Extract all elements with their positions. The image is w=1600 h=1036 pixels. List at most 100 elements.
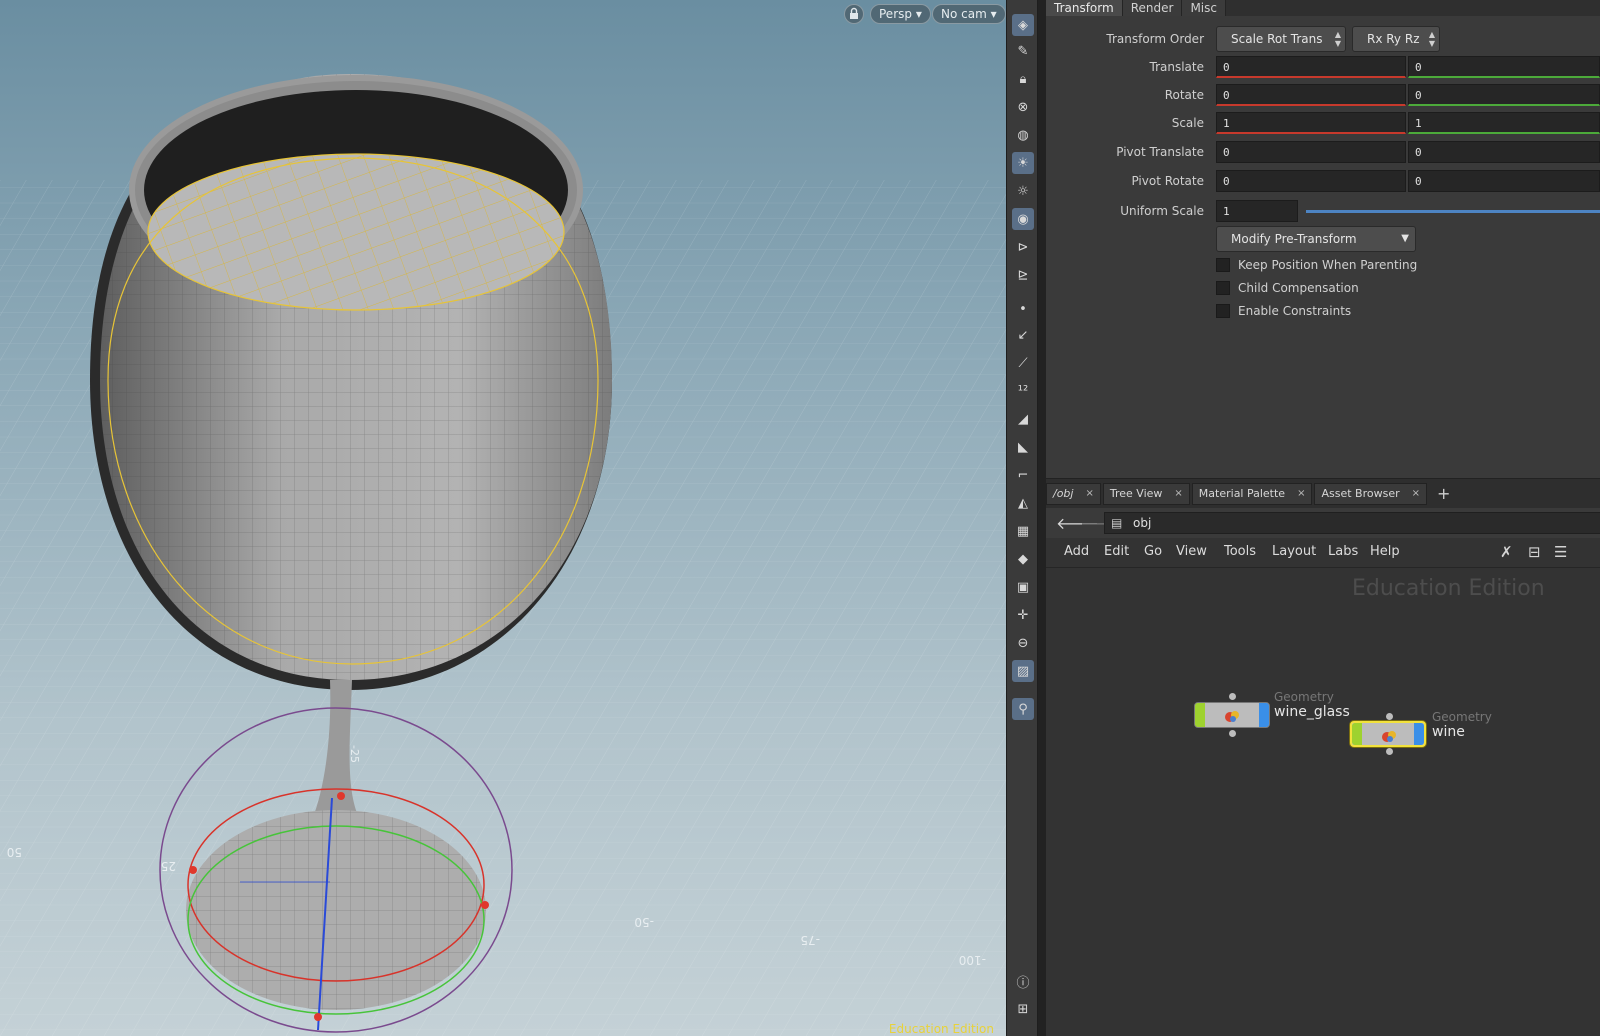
network-canvas[interactable]: Education Edition Geometry wine_glass Ge…	[1046, 568, 1600, 1036]
node-name-label[interactable]: wine_glass	[1274, 704, 1350, 720]
light-bulb-icon[interactable]: ☀	[1012, 152, 1034, 174]
node-wine[interactable]	[1350, 713, 1426, 755]
pivot-translate-x-field[interactable]: 0	[1216, 141, 1406, 163]
node-render-flag[interactable]	[1259, 703, 1269, 727]
wrench-icon[interactable]: ✗	[1500, 543, 1513, 561]
sculpt-icon[interactable]: ◭	[1012, 492, 1034, 514]
uniform-scale-slider[interactable]	[1306, 210, 1600, 213]
checker-icon[interactable]: ▦	[1012, 520, 1034, 542]
menu-view[interactable]: View	[1176, 544, 1207, 559]
child-compensation-checkbox-row[interactable]: Child Compensation	[1216, 279, 1359, 297]
checkbox[interactable]	[1216, 258, 1230, 272]
node-type-label: Geometry	[1274, 690, 1334, 704]
close-icon[interactable]: ×	[1174, 488, 1182, 499]
grid-icon[interactable]: ⊞	[1012, 998, 1034, 1020]
param-label: Pivot Rotate	[1131, 174, 1204, 188]
node-wine-glass[interactable]	[1194, 693, 1270, 737]
pane-splitter[interactable]	[1038, 0, 1046, 1036]
paint-bucket-icon[interactable]: ◢	[1012, 408, 1034, 430]
checkbox[interactable]	[1216, 304, 1230, 318]
sphere-icon[interactable]: ◍	[1012, 124, 1034, 146]
ghost-icon[interactable]: ⊗	[1012, 96, 1034, 118]
network-path-field[interactable]: ▤ obj	[1104, 512, 1600, 534]
scale-y-field[interactable]: 1	[1408, 112, 1600, 134]
node-output-connector[interactable]	[1229, 730, 1236, 737]
uv-icon[interactable]: ◆	[1012, 548, 1034, 570]
checkbox[interactable]	[1216, 281, 1230, 295]
curve-icon[interactable]: ⌐	[1012, 464, 1034, 486]
menu-tools[interactable]: Tools	[1224, 544, 1256, 559]
node-display-flag[interactable]	[1352, 723, 1362, 745]
view-mode-menu[interactable]: Persp ▾	[870, 4, 931, 24]
add-tab-icon[interactable]: +	[1429, 484, 1458, 503]
menu-layout[interactable]: Layout	[1272, 544, 1316, 559]
obj-network-icon: ▤	[1111, 516, 1123, 530]
numbering-icon[interactable]: ¹²	[1012, 380, 1034, 402]
parameters-pane: Transform Render Misc Transform Order Sc…	[1046, 0, 1600, 478]
close-icon[interactable]: ×	[1297, 488, 1305, 499]
node-output-connector[interactable]	[1386, 748, 1393, 755]
close-icon[interactable]: ×	[1412, 488, 1420, 499]
transform-order-dropdown[interactable]: Scale Rot Trans ▲ ▼	[1216, 26, 1346, 52]
pivot-rotate-row: Pivot Rotate 0 0	[1046, 170, 1600, 194]
node-input-connector[interactable]	[1229, 693, 1236, 700]
list-icon[interactable]: ☰	[1554, 543, 1567, 561]
pivot-translate-y-field[interactable]: 0	[1408, 141, 1600, 163]
pin-icon[interactable]: ⚲	[1012, 698, 1034, 720]
lock-icon[interactable]: 🔒︎	[1012, 68, 1034, 90]
rotation-order-dropdown[interactable]: Rx Ry Rz ▲ ▼	[1352, 26, 1440, 52]
enable-constraints-checkbox-row[interactable]: Enable Constraints	[1216, 302, 1351, 320]
shelf-12-icon[interactable]: ◣	[1012, 436, 1034, 458]
tab-transform[interactable]: Transform	[1046, 0, 1123, 16]
camera-follow-icon[interactable]: ⊵	[1012, 264, 1034, 286]
close-icon[interactable]: ×	[1085, 488, 1093, 499]
camera-icon[interactable]: ◉	[1012, 208, 1034, 230]
tab-label: /obj	[1053, 487, 1074, 500]
updown-arrows-icon: ▲ ▼	[1334, 30, 1341, 48]
disk-icon[interactable]: ⊖	[1012, 632, 1034, 654]
rotate-y-field[interactable]: 0	[1408, 84, 1600, 106]
tab-render[interactable]: Render	[1122, 0, 1183, 16]
texture-icon[interactable]: ▣	[1012, 576, 1034, 598]
camera-menu[interactable]: No cam ▾	[932, 4, 1006, 24]
snap-icon[interactable]: ✛	[1012, 604, 1034, 626]
point-icon[interactable]: •	[1012, 298, 1034, 320]
info-icon[interactable]: ⓘ	[1012, 970, 1034, 992]
menu-add[interactable]: Add	[1064, 544, 1089, 559]
scale-x-field[interactable]: 1	[1216, 112, 1406, 134]
viewport-lock-button[interactable]	[844, 4, 864, 24]
path-text: obj	[1133, 516, 1152, 530]
node-input-connector[interactable]	[1386, 713, 1393, 720]
select-icon[interactable]: ◈	[1012, 14, 1034, 36]
menu-help[interactable]: Help	[1370, 544, 1400, 559]
tab-asset-browser[interactable]: Asset Browser ×	[1314, 482, 1427, 505]
menu-labs[interactable]: Labs	[1328, 544, 1358, 559]
camera-move-icon[interactable]: ⊳	[1012, 236, 1034, 258]
scene-viewport[interactable]: 50 25 -25 -50 -75 -100 Persp ▾ No cam ▾ …	[0, 0, 1006, 1036]
param-label: Scale	[1171, 116, 1204, 130]
param-tabs: Transform Render Misc	[1046, 0, 1600, 16]
menu-go[interactable]: Go	[1144, 544, 1162, 559]
menu-edit[interactable]: Edit	[1104, 544, 1129, 559]
image-icon[interactable]: ▨	[1012, 660, 1034, 682]
tab-obj[interactable]: /obj ×	[1046, 482, 1101, 505]
node-display-flag[interactable]	[1195, 703, 1205, 727]
brush-icon[interactable]: ⟋	[1012, 352, 1034, 374]
pre-transform-menu[interactable]: Modify Pre-Transform ▼	[1216, 226, 1416, 252]
tree-layout-icon[interactable]: ⊟	[1528, 543, 1541, 561]
node-render-flag[interactable]	[1414, 723, 1424, 745]
tab-material-palette[interactable]: Material Palette ×	[1191, 482, 1313, 505]
light-add-icon[interactable]: ☼	[1012, 180, 1034, 202]
pivot-rotate-x-field[interactable]: 0	[1216, 170, 1406, 192]
tab-misc[interactable]: Misc	[1182, 0, 1226, 16]
translate-x-field[interactable]: 0	[1216, 56, 1406, 78]
paint-icon[interactable]: ↙	[1012, 324, 1034, 346]
keep-position-checkbox-row[interactable]: Keep Position When Parenting	[1216, 256, 1417, 274]
rotate-x-field[interactable]: 0	[1216, 84, 1406, 106]
lasso-icon[interactable]: ✎	[1012, 40, 1034, 62]
uniform-scale-field[interactable]: 1	[1216, 200, 1298, 222]
tab-tree-view[interactable]: Tree View ×	[1102, 482, 1190, 505]
pivot-rotate-y-field[interactable]: 0	[1408, 170, 1600, 192]
node-name-label[interactable]: wine	[1432, 724, 1465, 740]
translate-y-field[interactable]: 0	[1408, 56, 1600, 78]
